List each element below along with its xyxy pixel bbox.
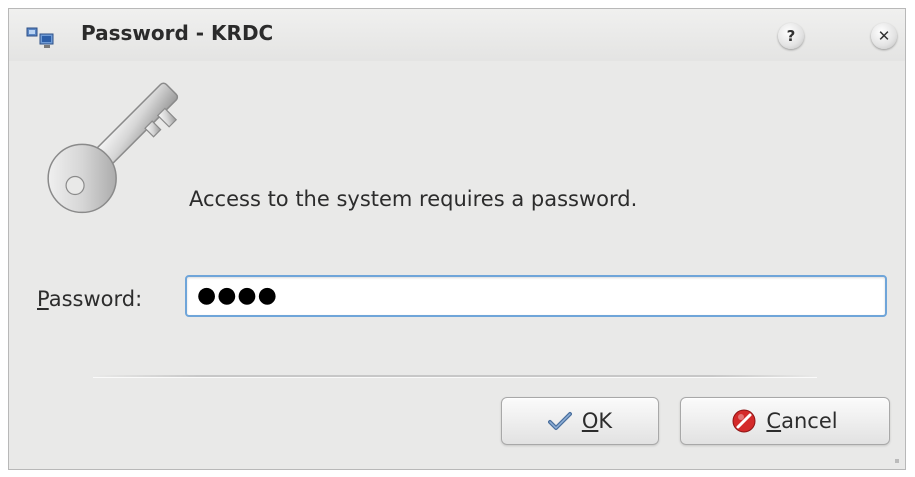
krdc-app-icon (26, 26, 54, 50)
help-button[interactable]: ? (778, 23, 804, 49)
password-label: Password: (37, 287, 142, 311)
close-button[interactable]: ✕ (871, 23, 897, 49)
window-title: Password - KRDC (81, 21, 274, 45)
cancel-icon (732, 409, 756, 433)
ok-label: OK (581, 409, 613, 433)
password-input[interactable]: ●●●● (185, 275, 887, 317)
password-masked-value: ●●●● (197, 283, 278, 308)
close-icon: ✕ (877, 27, 891, 45)
checkmark-icon (547, 411, 572, 431)
password-prompt-message: Access to the system requires a password… (189, 187, 638, 211)
ok-button[interactable]: OK (501, 397, 659, 445)
cancel-button[interactable]: Cancel (680, 397, 890, 445)
password-label-mnemonic: P (37, 287, 49, 311)
title-bar[interactable]: Password - KRDC ? ✕ (9, 9, 905, 61)
password-label-text: assword: (48, 287, 143, 311)
cancel-label: Cancel (766, 409, 838, 433)
password-dialog: Password - KRDC ? ✕ Access to the system… (8, 8, 906, 470)
resize-grip[interactable] (895, 459, 899, 463)
key-icon (37, 75, 197, 225)
separator (93, 375, 817, 378)
help-icon: ? (786, 27, 796, 45)
